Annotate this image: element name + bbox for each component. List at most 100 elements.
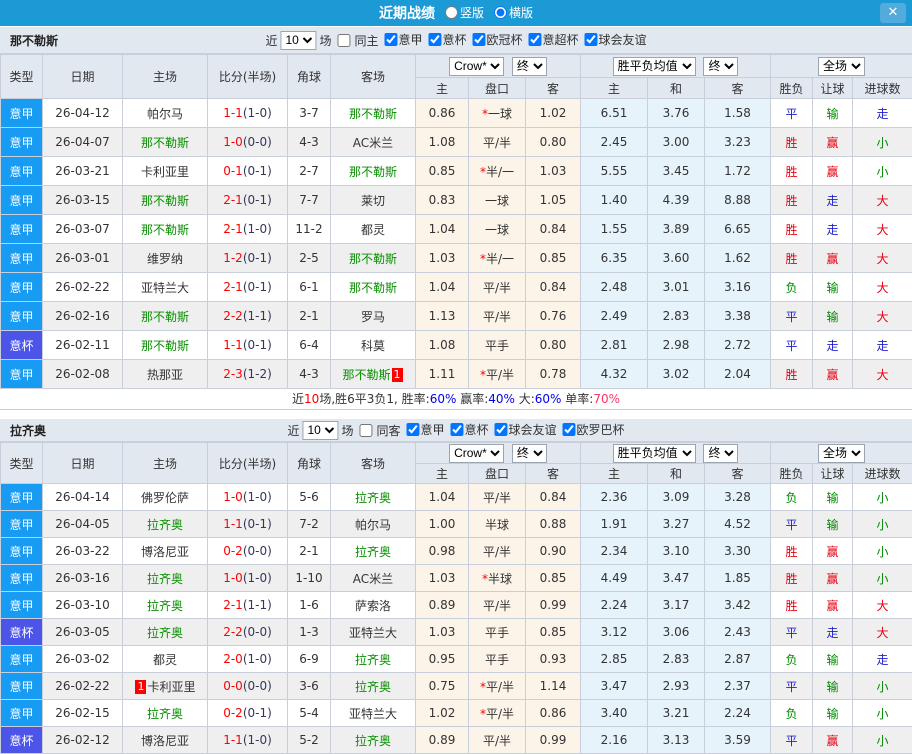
home-team[interactable]: 那不勒斯 <box>122 214 208 244</box>
same-venue-input[interactable] <box>337 33 351 47</box>
euro-source-select[interactable]: 胜平负均值 <box>612 443 696 463</box>
match-row[interactable]: 意甲 26-03-21 卡利亚里 0-1(0-1) 2-7 那不勒斯 0.85 … <box>0 156 912 186</box>
match-row[interactable]: 意甲 26-03-02 都灵 2-0(1-0) 6-9 拉齐奥 0.95 平手 … <box>0 645 912 673</box>
league-checkbox-input[interactable] <box>384 33 398 46</box>
away-team[interactable]: 帕尔马 <box>330 510 416 538</box>
match-row[interactable]: 意甲 26-03-01 维罗纳 1-2(0-1) 2-5 那不勒斯 1.03 *… <box>0 243 912 273</box>
view-radio-1[interactable]: 横版 <box>488 4 533 21</box>
match-row[interactable]: 意甲 26-02-15 拉齐奥 0-2(0-1) 5-4 亚特兰大 1.02 *… <box>0 699 912 727</box>
league-checkbox-1[interactable]: 意杯 <box>423 31 467 48</box>
league-checkbox-4[interactable]: 球会友谊 <box>579 31 647 48</box>
away-team[interactable]: 拉齐奥 <box>330 672 416 700</box>
match-row[interactable]: 意甲 26-03-22 博洛尼亚 0-2(0-0) 2-1 拉齐奥 0.98 平… <box>0 537 912 565</box>
home-team[interactable]: 佛罗伦萨 <box>122 483 208 511</box>
home-team[interactable]: 拉齐奥 <box>122 699 208 727</box>
league-checkbox-input[interactable] <box>562 423 576 436</box>
home-team[interactable]: 那不勒斯 <box>122 185 208 215</box>
home-team[interactable]: 帕尔马 <box>122 98 208 128</box>
euro-time-select[interactable]: 终 <box>703 56 739 76</box>
match-row[interactable]: 意甲 26-03-10 拉齐奥 2-1(1-1) 1-6 萨索洛 0.89 平/… <box>0 591 912 619</box>
odds-time-select[interactable]: 终 <box>511 443 547 463</box>
games-label: 场 <box>341 423 354 438</box>
league-checkbox-0[interactable]: 意甲 <box>378 31 423 48</box>
view-radio-input[interactable] <box>494 6 507 19</box>
odds-source-select[interactable]: Crow* <box>449 56 505 76</box>
match-row[interactable]: 意甲 26-02-16 那不勒斯 2-2(1-1) 2-1 罗马 1.13 平/… <box>0 301 912 331</box>
league-checkbox-input[interactable] <box>494 423 508 436</box>
scope-select[interactable]: 全场 <box>818 56 866 76</box>
match-row[interactable]: 意甲 26-04-05 拉齐奥 1-1(0-1) 7-2 帕尔马 1.00 半球… <box>0 510 912 538</box>
home-team[interactable]: 热那亚 <box>122 359 208 389</box>
league-checkbox-input[interactable] <box>450 423 464 436</box>
home-team[interactable]: 那不勒斯 <box>122 330 208 360</box>
league-checkbox-input[interactable] <box>406 423 420 436</box>
home-team[interactable]: 博洛尼亚 <box>122 537 208 565</box>
same-venue-checkbox[interactable]: 同主 <box>331 32 378 49</box>
home-team[interactable]: 都灵 <box>122 645 208 673</box>
league-checkbox-3[interactable]: 欧罗巴杯 <box>557 421 625 438</box>
match-row[interactable]: 意甲 26-02-22 亚特兰大 2-1(0-1) 6-1 那不勒斯 1.04 … <box>0 272 912 302</box>
league-checkbox-input[interactable] <box>528 33 542 46</box>
home-team[interactable]: 博洛尼亚 <box>122 726 208 754</box>
match-row[interactable]: 意甲 26-02-22 1 卡利亚里 0-0(0-0) 3-6 拉齐奥 0.75 … <box>0 672 912 700</box>
away-team[interactable]: 亚特兰大 <box>330 618 416 646</box>
same-venue-input[interactable] <box>359 423 373 437</box>
away-team[interactable]: 拉齐奥 <box>330 483 416 511</box>
home-team[interactable]: 拉齐奥 <box>122 591 208 619</box>
odds-source-select[interactable]: Crow* <box>449 443 505 463</box>
home-team[interactable]: 1 卡利亚里 <box>122 672 208 700</box>
away-team[interactable]: 科莫 <box>330 330 416 360</box>
away-team[interactable]: 莱切 <box>330 185 416 215</box>
away-team[interactable]: 那不勒斯 <box>330 156 416 186</box>
league-checkbox-input[interactable] <box>584 33 598 46</box>
view-radio-input[interactable] <box>444 6 458 19</box>
match-count-select[interactable]: 10 <box>280 30 317 50</box>
match-row[interactable]: 意甲 26-04-12 帕尔马 1-1(1-0) 3-7 那不勒斯 0.86 *… <box>0 98 912 128</box>
match-row[interactable]: 意甲 26-04-14 佛罗伦萨 1-0(1-0) 5-6 拉齐奥 1.04 平… <box>0 483 912 511</box>
league-checkbox-input[interactable] <box>472 33 486 46</box>
home-team[interactable]: 拉齐奥 <box>122 564 208 592</box>
away-team[interactable]: 拉齐奥 <box>330 645 416 673</box>
league-checkbox-0[interactable]: 意甲 <box>400 421 445 438</box>
match-row[interactable]: 意甲 26-03-16 拉齐奥 1-0(1-0) 1-10 AC米兰 1.03 … <box>0 564 912 592</box>
away-team[interactable]: 罗马 <box>330 301 416 331</box>
match-row[interactable]: 意甲 26-02-08 热那亚 2-3(1-2) 4-3 那不勒斯 1 1.11 … <box>0 359 912 389</box>
away-team[interactable]: AC米兰 <box>330 127 416 157</box>
euro-time-select[interactable]: 终 <box>703 443 739 463</box>
match-row[interactable]: 意甲 26-03-15 那不勒斯 2-1(0-1) 7-7 莱切 0.83 一球… <box>0 185 912 215</box>
home-team[interactable]: 那不勒斯 <box>122 301 208 331</box>
league-checkbox-3[interactable]: 意超杯 <box>523 31 579 48</box>
match-row[interactable]: 意甲 26-03-07 那不勒斯 2-1(1-0) 11-2 都灵 1.04 一… <box>0 214 912 244</box>
home-team[interactable]: 维罗纳 <box>122 243 208 273</box>
home-team[interactable]: 亚特兰大 <box>122 272 208 302</box>
close-icon[interactable]: ✕ <box>880 3 906 23</box>
home-team[interactable]: 卡利亚里 <box>122 156 208 186</box>
match-row[interactable]: 意杯 26-02-12 博洛尼亚 1-1(1-0) 5-2 拉齐奥 0.89 平… <box>0 726 912 754</box>
odds-time-select[interactable]: 终 <box>511 56 547 76</box>
view-radio-0[interactable]: 竖版 <box>439 4 484 21</box>
away-team[interactable]: 那不勒斯 <box>330 272 416 302</box>
home-team[interactable]: 拉齐奥 <box>122 618 208 646</box>
away-team[interactable]: 拉齐奥 <box>330 537 416 565</box>
away-team[interactable]: 那不勒斯 1 <box>330 359 416 389</box>
away-team[interactable]: AC米兰 <box>330 564 416 592</box>
league-checkbox-2[interactable]: 球会友谊 <box>489 421 557 438</box>
match-row[interactable]: 意杯 26-02-11 那不勒斯 1-1(0-1) 6-4 科莫 1.08 平手… <box>0 330 912 360</box>
match-row[interactable]: 意甲 26-04-07 那不勒斯 1-0(0-0) 4-3 AC米兰 1.08 … <box>0 127 912 157</box>
away-team[interactable]: 那不勒斯 <box>330 243 416 273</box>
league-checkbox-input[interactable] <box>428 33 442 46</box>
home-team[interactable]: 那不勒斯 <box>122 127 208 157</box>
league-checkbox-2[interactable]: 欧冠杯 <box>467 31 523 48</box>
match-count-select[interactable]: 10 <box>302 420 339 440</box>
scope-select[interactable]: 全场 <box>818 443 866 463</box>
away-team[interactable]: 萨索洛 <box>330 591 416 619</box>
away-team[interactable]: 都灵 <box>330 214 416 244</box>
euro-source-select[interactable]: 胜平负均值 <box>612 56 696 76</box>
home-team[interactable]: 拉齐奥 <box>122 510 208 538</box>
same-venue-checkbox[interactable]: 同客 <box>353 422 400 439</box>
away-team[interactable]: 拉齐奥 <box>330 726 416 754</box>
match-row[interactable]: 意杯 26-03-05 拉齐奥 2-2(0-0) 1-3 亚特兰大 1.03 平… <box>0 618 912 646</box>
away-team[interactable]: 亚特兰大 <box>330 699 416 727</box>
away-team[interactable]: 那不勒斯 <box>330 98 416 128</box>
league-checkbox-1[interactable]: 意杯 <box>445 421 489 438</box>
